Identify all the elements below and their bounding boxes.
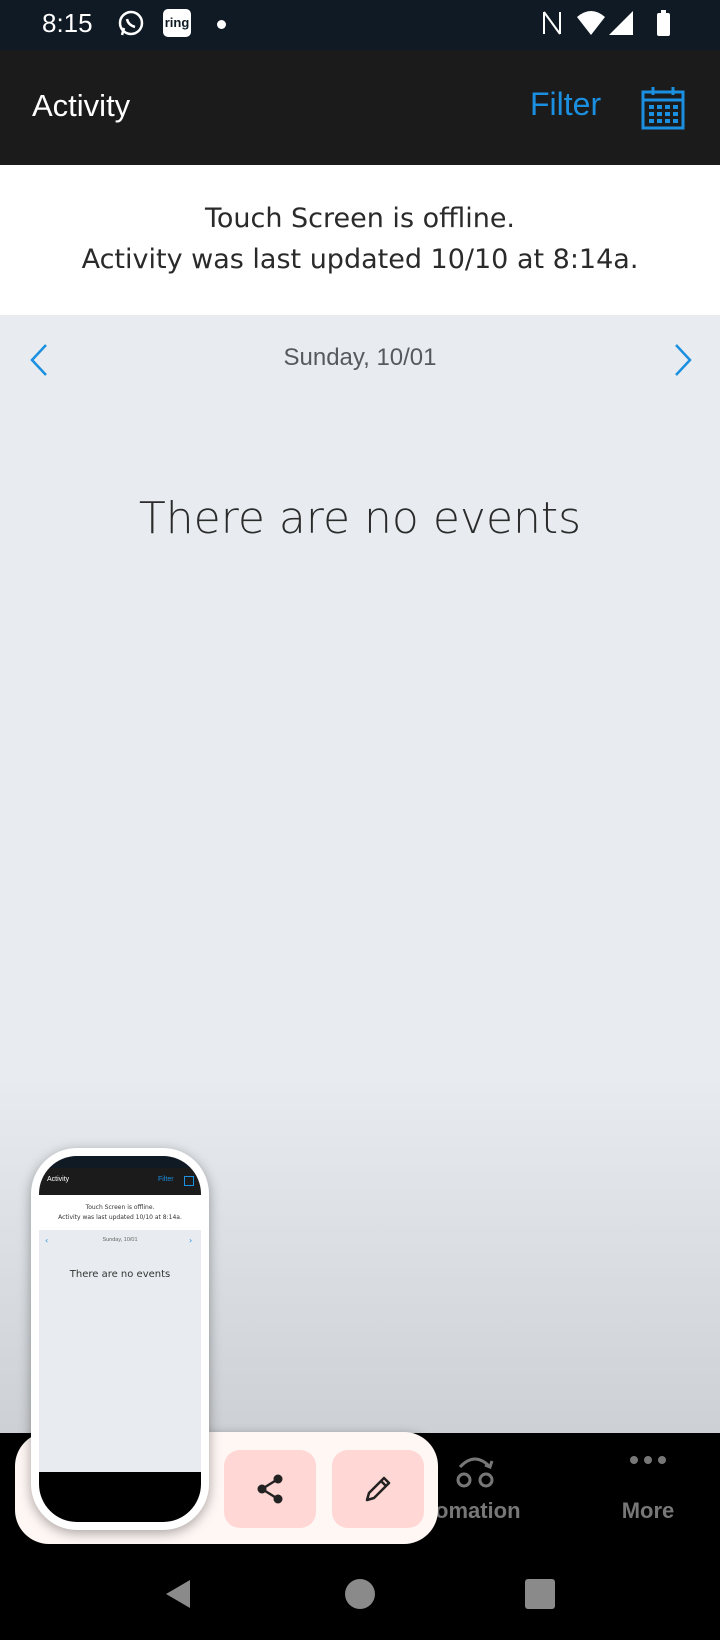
more-dots-icon xyxy=(630,1456,666,1464)
next-day-button[interactable] xyxy=(666,340,700,380)
thumbnail-app-bar: Activity Filter xyxy=(39,1168,201,1195)
status-time: 8:15 xyxy=(42,8,93,38)
date-label: Sunday, 10/01 xyxy=(283,344,437,371)
ring-label: ring xyxy=(164,15,190,30)
pencil-icon xyxy=(365,1476,391,1502)
thumbnail-filter: Filter xyxy=(158,1176,174,1183)
thumbnail-calendar-icon xyxy=(184,1176,194,1186)
battery-icon xyxy=(657,10,670,36)
tab-automation-label: omation xyxy=(435,1498,521,1523)
thumbnail-screen: Activity Filter Touch Screen is offline.… xyxy=(39,1156,201,1522)
notification-dot-icon xyxy=(217,20,226,29)
signal-icon xyxy=(609,11,633,35)
calendar-icon[interactable] xyxy=(640,85,686,131)
nfc-icon xyxy=(543,11,561,35)
empty-state-message: There are no events xyxy=(138,493,582,544)
recents-icon[interactable] xyxy=(522,1576,558,1612)
thumbnail-tab-bar xyxy=(39,1472,201,1522)
ring-icon: ring xyxy=(163,9,191,37)
automation-icon xyxy=(456,1457,494,1488)
whatsapp-icon xyxy=(118,10,144,36)
tab-more-label: More xyxy=(621,1498,675,1523)
wifi-icon xyxy=(577,11,605,35)
thumbnail-title: Activity xyxy=(47,1176,70,1183)
thumbnail-status-bar xyxy=(39,1156,201,1168)
back-icon[interactable] xyxy=(160,1576,196,1612)
edit-button[interactable] xyxy=(332,1450,424,1528)
app-bar: Activity Filter xyxy=(0,50,720,165)
filter-button[interactable]: Filter xyxy=(530,86,601,123)
thumbnail-banner-line2: Activity was last updated 10/10 at 8:14a… xyxy=(58,1214,182,1221)
thumbnail-banner: Touch Screen is offline. Activity was la… xyxy=(39,1195,201,1230)
home-icon[interactable] xyxy=(342,1576,378,1612)
status-bar: 8:15 ring xyxy=(0,0,720,50)
thumbnail-empty-message: There are no events xyxy=(69,1269,171,1280)
last-updated-message: Activity was last updated 10/10 at 8:14a… xyxy=(81,244,639,275)
offline-message: Touch Screen is offline. xyxy=(204,203,516,234)
screenshot-thumbnail[interactable]: Activity Filter Touch Screen is offline.… xyxy=(31,1148,209,1530)
offline-banner: Touch Screen is offline. Activity was la… xyxy=(0,165,720,315)
system-nav-bar xyxy=(0,1548,720,1640)
thumbnail-next-icon: › xyxy=(189,1236,193,1245)
thumbnail-banner-line1: Touch Screen is offline. xyxy=(85,1204,155,1211)
tab-more[interactable]: More xyxy=(583,1433,713,1548)
share-icon xyxy=(257,1474,283,1504)
thumbnail-date: Sunday, 10/01 xyxy=(102,1237,138,1243)
page-title: Activity xyxy=(32,88,131,123)
share-button[interactable] xyxy=(224,1450,316,1528)
